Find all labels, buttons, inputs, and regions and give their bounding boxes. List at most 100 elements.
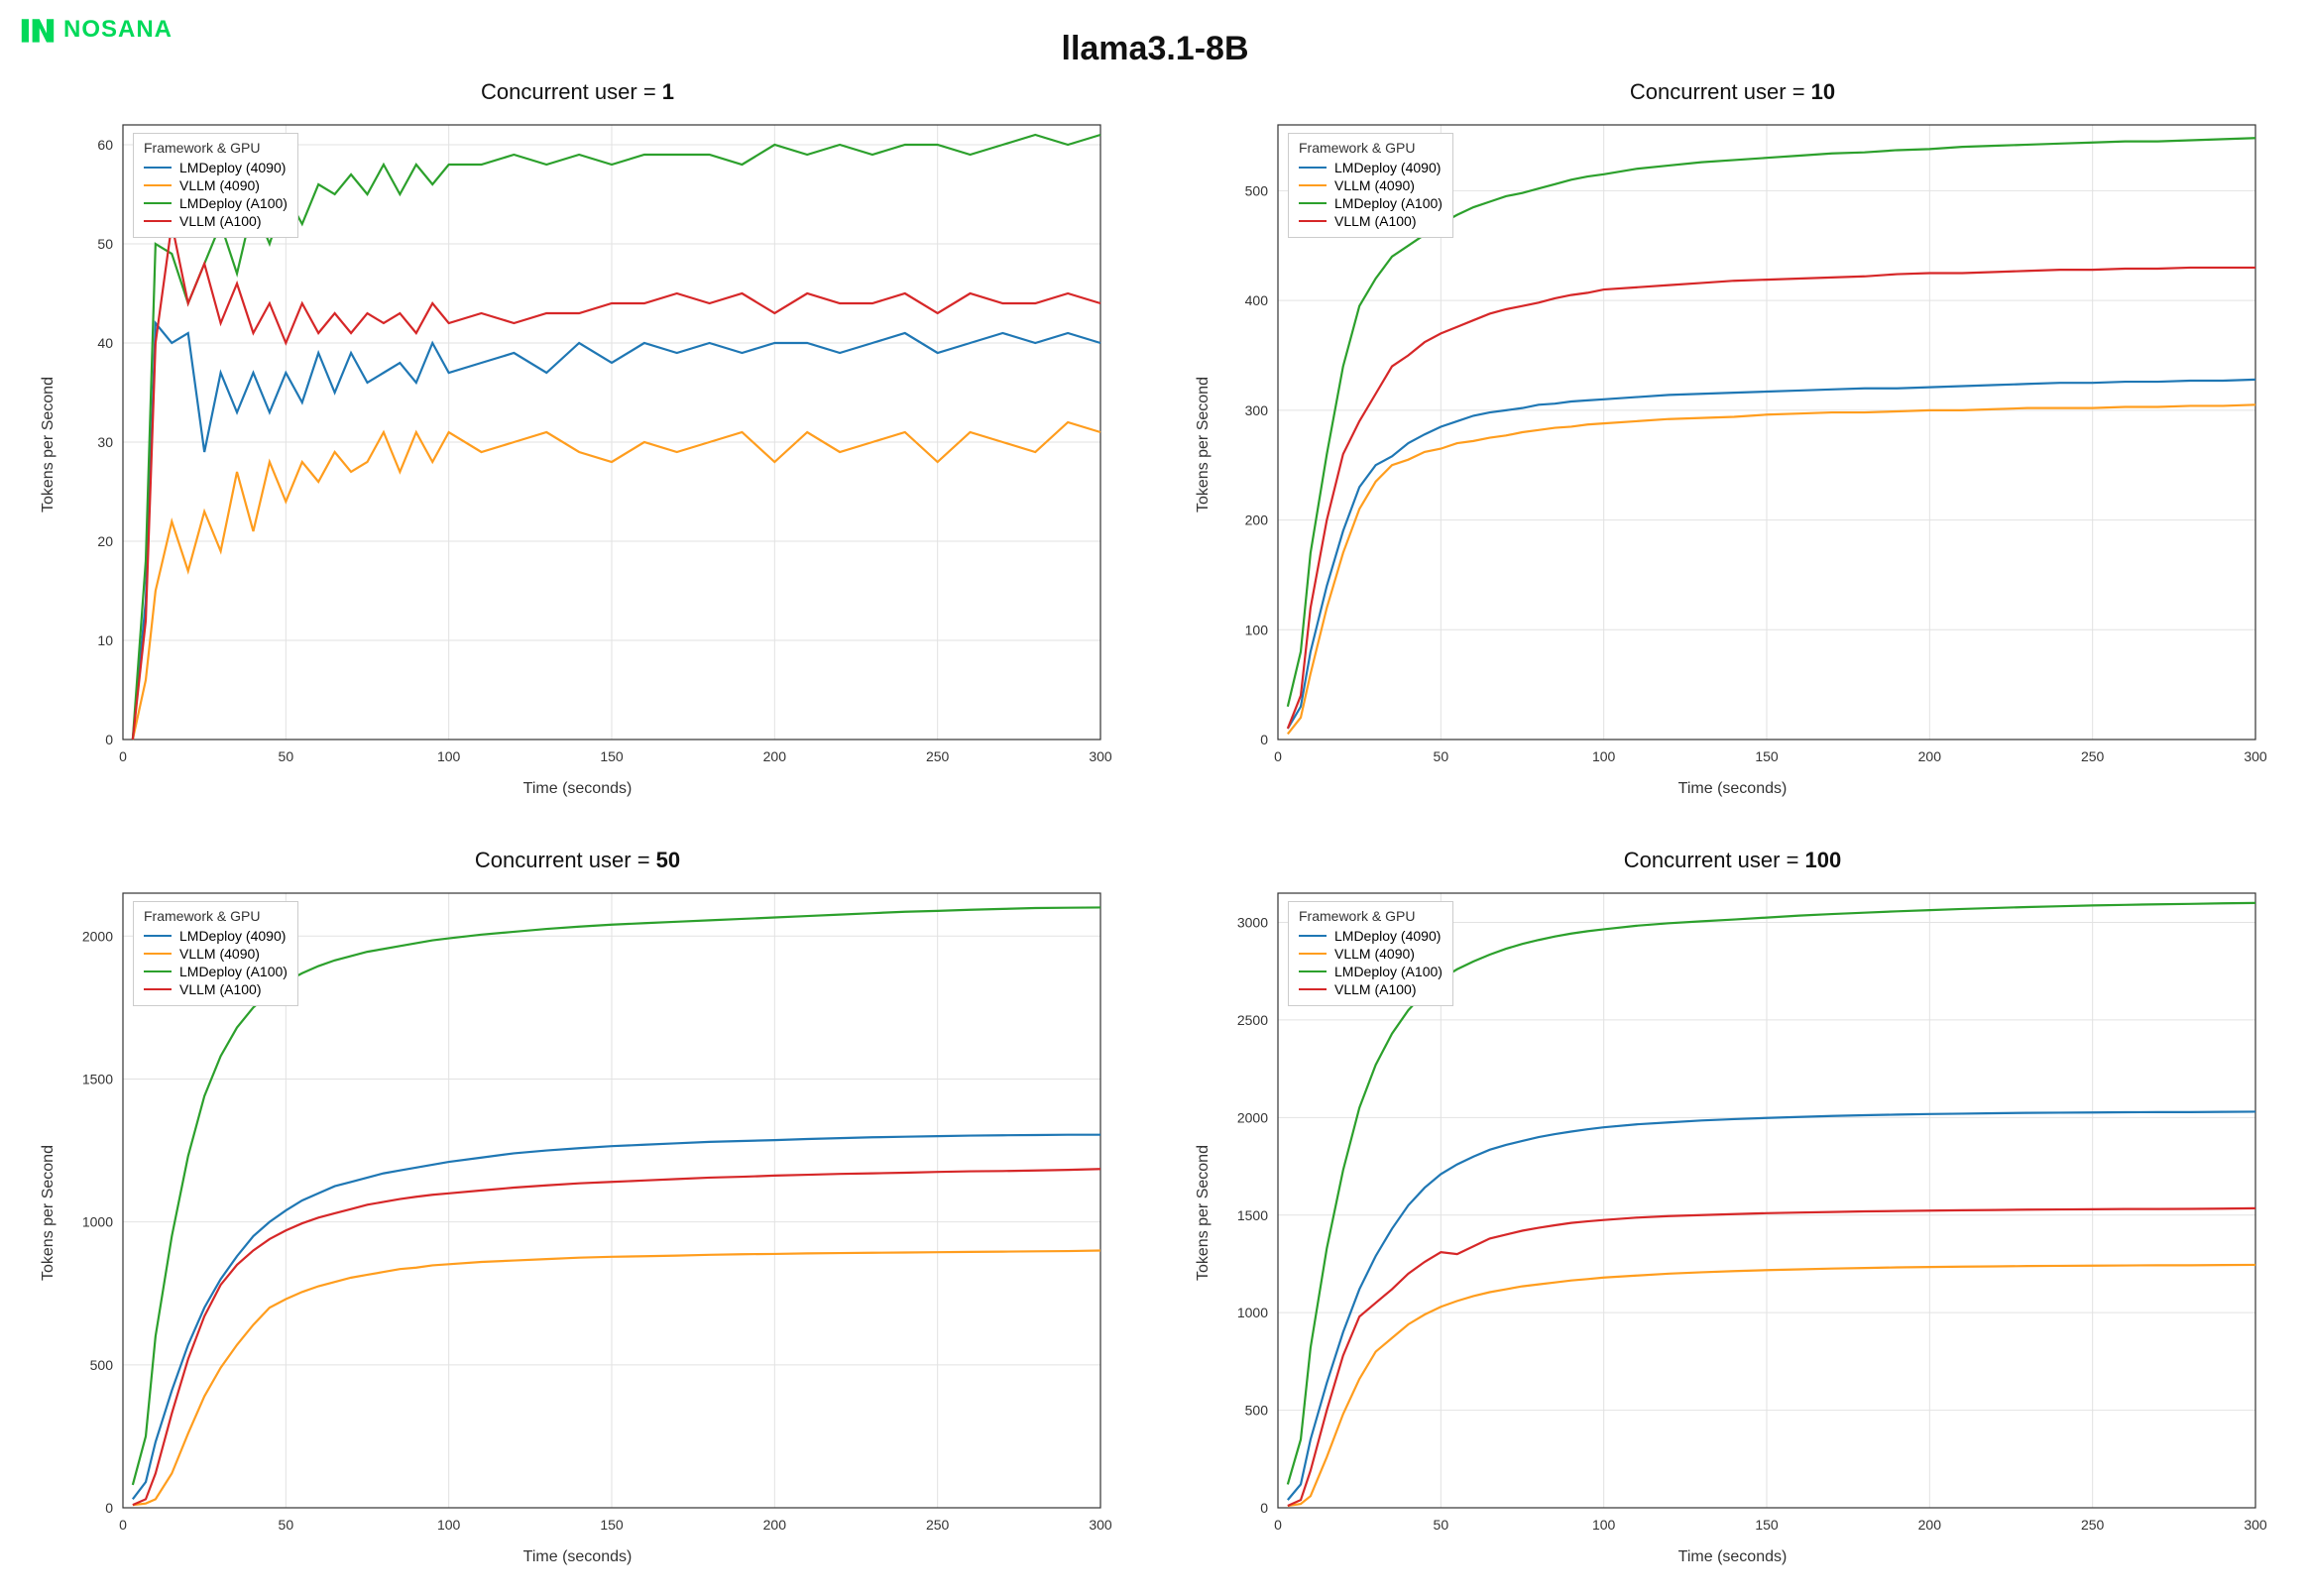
svg-text:0: 0 <box>1274 1517 1282 1533</box>
svg-text:300: 300 <box>1089 1517 1112 1533</box>
legend-swatch-icon <box>144 202 172 205</box>
svg-text:150: 150 <box>600 748 624 764</box>
plot-area: 0500100015002000050100150200250300Framew… <box>63 883 1115 1542</box>
svg-text:0: 0 <box>1260 732 1268 747</box>
svg-text:200: 200 <box>1245 513 1269 528</box>
x-axis-label: Time (seconds) <box>40 780 1115 798</box>
svg-text:500: 500 <box>1245 1403 1269 1419</box>
svg-text:40: 40 <box>97 335 113 351</box>
legend-title: Framework & GPU <box>1299 908 1443 924</box>
svg-text:200: 200 <box>763 748 787 764</box>
legend-swatch-icon <box>1299 184 1327 187</box>
legend-label: VLLM (4090) <box>179 946 260 962</box>
legend-label: VLLM (A100) <box>1334 213 1416 229</box>
nosana-logo-icon <box>20 15 56 45</box>
series-vllm_4090 <box>1288 1265 2255 1506</box>
legend-item-vllm_a100: VLLM (A100) <box>144 981 288 997</box>
legend-item-lmdeploy_a100: LMDeploy (A100) <box>1299 195 1443 211</box>
legend-title: Framework & GPU <box>1299 140 1443 156</box>
legend-label: LMDeploy (4090) <box>179 928 286 944</box>
legend-item-lmdeploy_a100: LMDeploy (A100) <box>144 195 288 211</box>
svg-text:300: 300 <box>2244 748 2267 764</box>
series-vllm_4090 <box>1288 404 2255 734</box>
legend-label: LMDeploy (4090) <box>1334 928 1441 944</box>
legend-item-vllm_a100: VLLM (A100) <box>144 213 288 229</box>
legend-item-vllm_4090: VLLM (4090) <box>1299 946 1443 962</box>
chart-subtitle: Concurrent user = 10 <box>1195 79 2270 105</box>
legend-swatch-icon <box>144 935 172 938</box>
legend-label: VLLM (A100) <box>179 213 261 229</box>
svg-text:250: 250 <box>2081 1517 2105 1533</box>
page-title: llama3.1-8B <box>1062 30 1249 68</box>
legend-swatch-icon <box>1299 988 1327 991</box>
svg-text:50: 50 <box>279 1517 294 1533</box>
plot-wrap: Tokens per Second05001000150020002500300… <box>1195 883 2270 1542</box>
svg-text:50: 50 <box>1434 748 1449 764</box>
svg-text:250: 250 <box>926 1517 950 1533</box>
legend-item-vllm_a100: VLLM (A100) <box>1299 213 1443 229</box>
legend-label: VLLM (4090) <box>1334 177 1415 193</box>
y-axis-label: Tokens per Second <box>1195 883 1213 1542</box>
legend-item-vllm_a100: VLLM (A100) <box>1299 981 1443 997</box>
svg-text:1000: 1000 <box>1237 1305 1268 1320</box>
chart-panel-100: Concurrent user = 100Tokens per Second05… <box>1195 848 2270 1566</box>
legend-swatch-icon <box>144 184 172 187</box>
svg-text:2000: 2000 <box>82 928 113 944</box>
legend-item-lmdeploy_4090: LMDeploy (4090) <box>1299 928 1443 944</box>
legend-item-lmdeploy_4090: LMDeploy (4090) <box>144 160 288 175</box>
svg-text:200: 200 <box>763 1517 787 1533</box>
legend-label: LMDeploy (4090) <box>179 160 286 175</box>
chart-panel-1: Concurrent user = 1Tokens per Second0102… <box>40 79 1115 798</box>
chart-subtitle: Concurrent user = 50 <box>40 848 1115 873</box>
legend-label: VLLM (4090) <box>179 177 260 193</box>
plot-area: 0100200300400500050100150200250300Framew… <box>1218 115 2270 774</box>
plot-wrap: Tokens per Second01020304050600501001502… <box>40 115 1115 774</box>
svg-text:0: 0 <box>119 748 127 764</box>
chart-subtitle: Concurrent user = 1 <box>40 79 1115 105</box>
plot-wrap: Tokens per Second01002003004005000501001… <box>1195 115 2270 774</box>
legend-swatch-icon <box>144 953 172 956</box>
chart-legend: Framework & GPU LMDeploy (4090) VLLM (4090… <box>1288 133 1453 238</box>
series-lmdeploy_4090 <box>133 323 1100 740</box>
legend-item-vllm_4090: VLLM (4090) <box>1299 177 1443 193</box>
chart-panel-50: Concurrent user = 50Tokens per Second050… <box>40 848 1115 1566</box>
svg-text:2500: 2500 <box>1237 1012 1268 1028</box>
legend-swatch-icon <box>1299 953 1327 956</box>
legend-item-lmdeploy_4090: LMDeploy (4090) <box>144 928 288 944</box>
svg-text:250: 250 <box>2081 748 2105 764</box>
svg-text:250: 250 <box>926 748 950 764</box>
legend-swatch-icon <box>144 988 172 991</box>
series-vllm_a100 <box>1288 1208 2255 1506</box>
brand-logo-text: NOSANA <box>63 16 173 44</box>
legend-swatch-icon <box>1299 202 1327 205</box>
svg-text:150: 150 <box>600 1517 624 1533</box>
svg-text:0: 0 <box>1274 748 1282 764</box>
svg-text:500: 500 <box>1245 182 1269 198</box>
svg-text:100: 100 <box>437 1517 461 1533</box>
legend-swatch-icon <box>1299 220 1327 223</box>
svg-text:300: 300 <box>2244 1517 2267 1533</box>
svg-text:0: 0 <box>105 1500 113 1516</box>
svg-text:150: 150 <box>1755 748 1779 764</box>
series-lmdeploy_4090 <box>1288 380 2255 729</box>
svg-text:3000: 3000 <box>1237 915 1268 931</box>
legend-label: LMDeploy (A100) <box>179 964 288 979</box>
svg-text:1500: 1500 <box>1237 1207 1268 1223</box>
svg-text:500: 500 <box>90 1357 114 1373</box>
y-axis-label: Tokens per Second <box>1195 115 1213 774</box>
charts-grid: Concurrent user = 1Tokens per Second0102… <box>40 79 2270 1566</box>
chart-legend: Framework & GPULMDeploy (4090)VLLM (4090… <box>133 133 298 238</box>
plot-area: 0500100015002000250030000501001502002503… <box>1218 883 2270 1542</box>
legend-swatch-icon <box>1299 167 1327 170</box>
svg-text:150: 150 <box>1755 1517 1779 1533</box>
legend-label: VLLM (A100) <box>179 981 261 997</box>
legend-label: LMDeploy (4090) <box>1334 160 1441 175</box>
svg-text:20: 20 <box>97 533 113 549</box>
legend-item-lmdeploy_4090: LMDeploy (4090) <box>1299 160 1443 175</box>
x-axis-label: Time (seconds) <box>40 1548 1115 1566</box>
series-vllm_a100 <box>133 1169 1100 1505</box>
svg-text:100: 100 <box>1592 748 1616 764</box>
svg-text:1000: 1000 <box>82 1214 113 1230</box>
chart-legend: Framework & GPULMDeploy (4090)VLLM (4090… <box>133 901 298 1006</box>
svg-text:200: 200 <box>1918 1517 1942 1533</box>
